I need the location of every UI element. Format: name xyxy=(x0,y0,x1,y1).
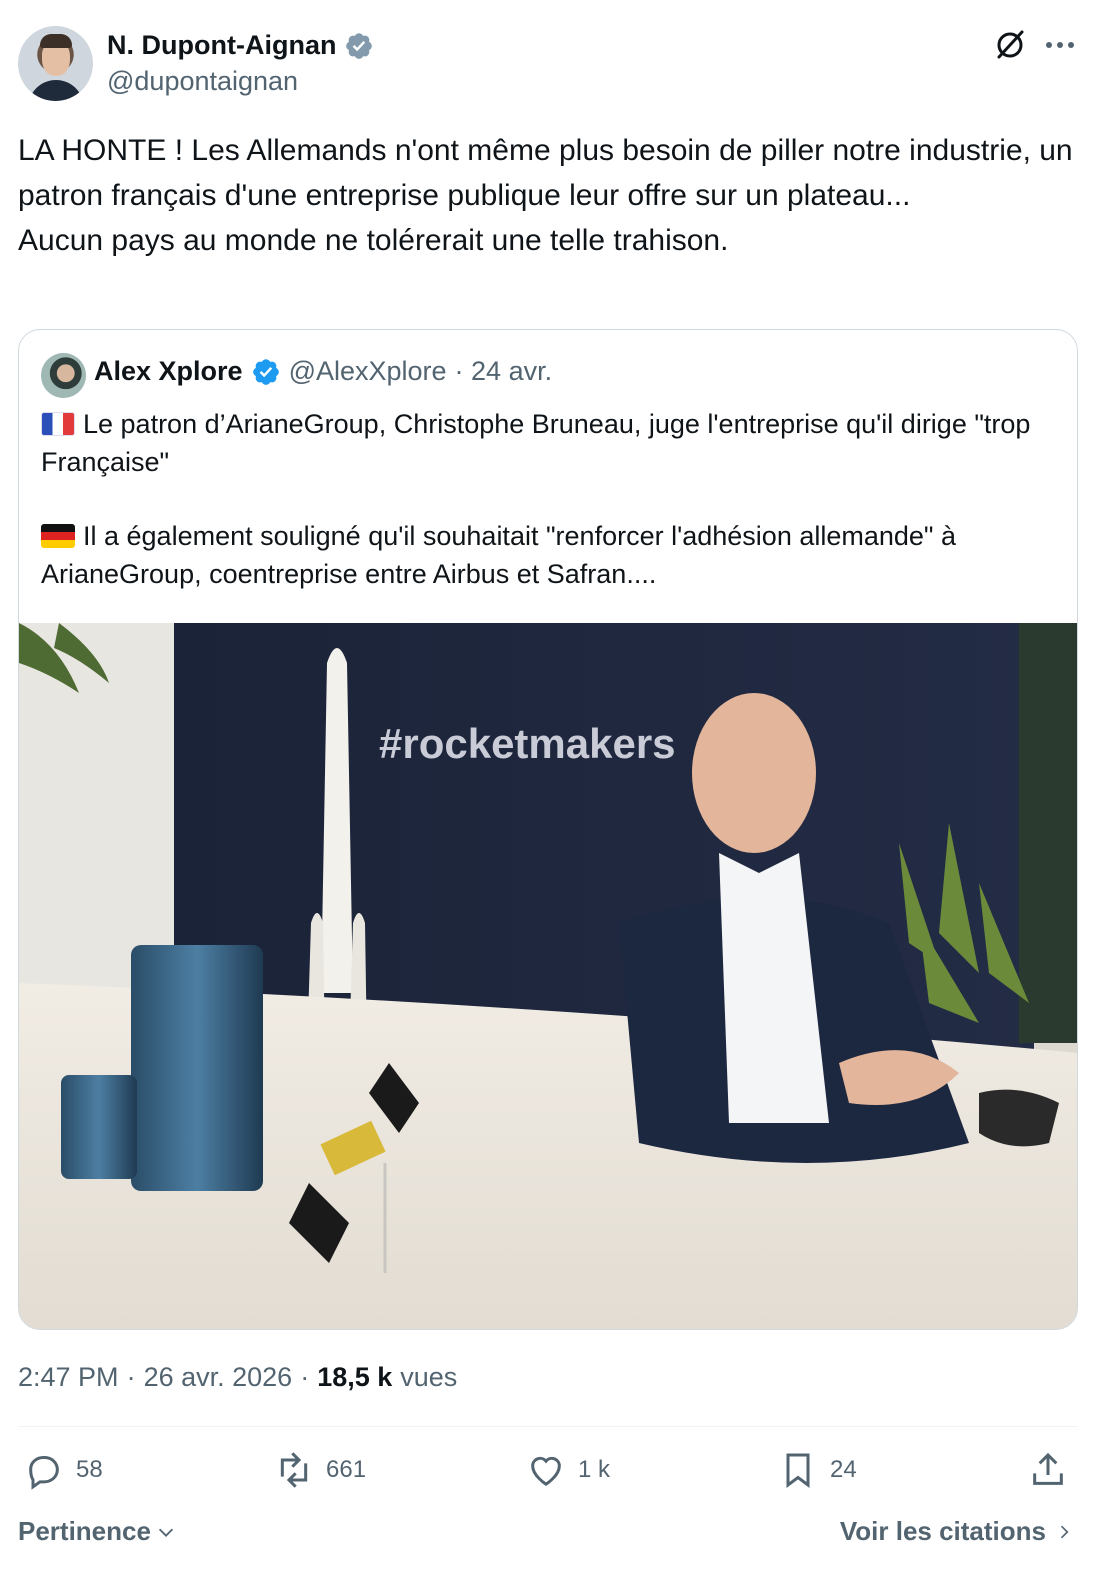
share-button[interactable] xyxy=(1028,1450,1068,1490)
author-name-line: N. Dupont-Aignan xyxy=(107,30,374,61)
quoted-paragraph-1-text: Le patron d’ArianeGroup, Christophe Brun… xyxy=(41,409,1031,477)
quoted-media-image[interactable]: #rocketmakers xyxy=(19,623,1078,1330)
avatar-hair xyxy=(40,34,72,48)
tweet-date[interactable]: 26 avr. 2026 xyxy=(144,1362,293,1393)
germany-flag-icon xyxy=(41,524,75,548)
more-options-icon[interactable] xyxy=(1042,33,1078,57)
tweet-text: LA HONTE ! Les Allemands n'ont même plus… xyxy=(18,134,1073,257)
verified-badge-icon xyxy=(252,358,279,385)
bookmark-button[interactable]: 24 xyxy=(778,1450,857,1490)
views-count: 18,5 k xyxy=(317,1362,393,1392)
repost-count: 661 xyxy=(326,1456,367,1483)
wall-text: #rocketmakers xyxy=(379,720,676,767)
reply-icon xyxy=(29,1456,59,1490)
grok-icon[interactable] xyxy=(992,27,1028,63)
views-label: vues xyxy=(400,1362,458,1392)
chair-arm xyxy=(979,1089,1059,1147)
blue-vase-short xyxy=(61,1075,137,1179)
blue-vase-tall xyxy=(131,945,263,1191)
quoted-paragraph-1: Le patron d’ArianeGroup, Christophe Brun… xyxy=(41,406,1051,481)
plant-area xyxy=(1019,623,1077,1043)
quoted-date[interactable]: · 24 avr. xyxy=(455,356,553,387)
repost-button[interactable]: 661 xyxy=(274,1450,366,1490)
action-bar: 58 661 1 k 24 xyxy=(18,1450,1078,1498)
sort-label: Pertinence xyxy=(18,1516,151,1546)
quoted-paragraph-2-text: Il a également souligné qu'il souhaitait… xyxy=(41,521,957,589)
verified-badge-icon[interactable] xyxy=(344,31,374,61)
quoted-display-name[interactable]: Alex Xplore xyxy=(94,356,243,387)
tweet-time[interactable]: 2:47 PM xyxy=(18,1362,119,1393)
sort-dropdown[interactable]: Pertinence xyxy=(18,1516,177,1547)
chevron-right-icon xyxy=(1060,1525,1069,1538)
view-quotes-label: Voir les citations xyxy=(839,1516,1046,1546)
separator-dot: · xyxy=(126,1362,136,1392)
quoted-text: Le patron d’ArianeGroup, Christophe Brun… xyxy=(41,406,1051,593)
reply-button[interactable]: 58 xyxy=(24,1450,103,1490)
avatar-suit xyxy=(28,80,84,101)
person-head xyxy=(692,693,816,853)
quoted-header: Alex Xplore @AlexXplore · 24 avr. xyxy=(94,356,552,387)
view-quotes-link[interactable]: Voir les citations xyxy=(840,1516,1074,1547)
quoted-tweet-card[interactable]: Alex Xplore @AlexXplore · 24 avr. Le pat… xyxy=(18,329,1078,1330)
like-button[interactable]: 1 k xyxy=(526,1450,610,1490)
quoted-paragraph-2: Il a également souligné qu'il souhaitait… xyxy=(41,518,1051,593)
bookmark-count: 24 xyxy=(830,1456,857,1483)
divider xyxy=(18,1426,1078,1427)
separator-dot: · xyxy=(300,1362,310,1392)
quoted-author-avatar[interactable] xyxy=(41,353,86,398)
heart-icon xyxy=(531,1456,561,1486)
chevron-down-icon xyxy=(158,1528,174,1537)
author-handle[interactable]: @dupontaignan xyxy=(107,66,298,97)
author-avatar[interactable] xyxy=(18,26,93,101)
like-count: 1 k xyxy=(578,1456,611,1483)
france-flag-icon xyxy=(41,412,75,436)
tweet-timestamp: 2:47 PM · 26 avr. 2026 · 18,5 k vues xyxy=(18,1362,457,1393)
reply-count: 58 xyxy=(76,1456,103,1483)
repost-icon xyxy=(280,1452,308,1488)
author-display-name[interactable]: N. Dupont-Aignan xyxy=(107,30,336,61)
quoted-handle[interactable]: @AlexXplore xyxy=(289,356,447,387)
share-icon xyxy=(1033,1452,1063,1485)
bookmark-icon xyxy=(786,1453,810,1488)
